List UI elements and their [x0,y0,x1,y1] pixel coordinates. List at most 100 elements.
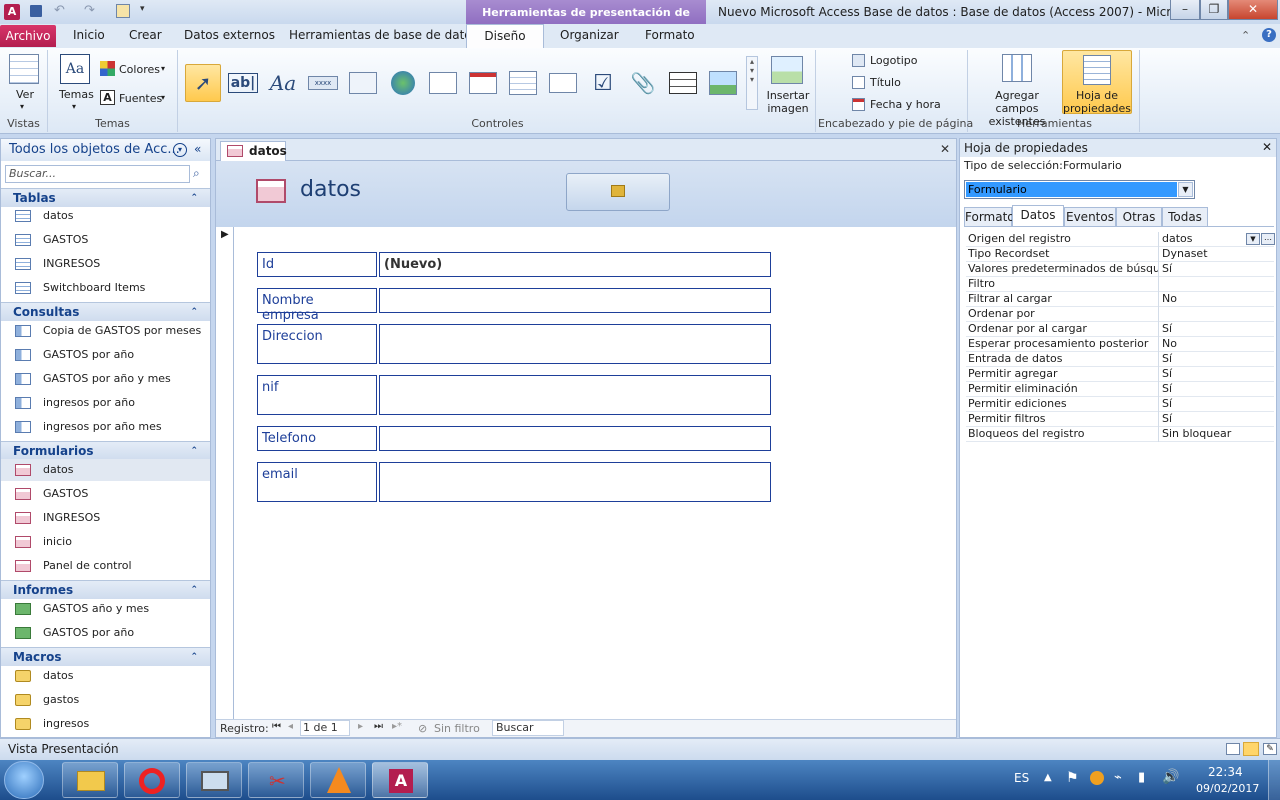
nav-section-consultas[interactable]: Consultas ⌃ [1,302,210,321]
close-button[interactable]: ✕ [1228,0,1278,20]
prop-row[interactable]: Origen del registro datos [966,232,1274,247]
prop-row[interactable]: Ordenar por al cargar Sí [966,322,1274,337]
design-view-icon[interactable]: ✎ [1263,743,1277,755]
nav-item-query[interactable]: Copia de GASTOS por meses [15,320,201,342]
language-indicator[interactable]: ES [1014,771,1029,785]
nav-item-form[interactable]: GASTOS [15,483,88,505]
controls-gallery-scroll[interactable]: ▴ ▾ ▾ [746,56,758,110]
colores-button[interactable]: Colores [119,63,160,76]
action-center-flag-icon[interactable]: ⚑ [1066,770,1079,786]
new-record-icon[interactable]: ▸* [392,721,402,732]
image-control-icon[interactable] [705,64,741,102]
form-command-button[interactable] [566,173,670,211]
nav-item-macro[interactable]: ingresos [15,713,89,735]
button-control-icon[interactable]: xxxx [305,64,341,102]
layout-view-icon[interactable] [1243,742,1259,756]
ver-button[interactable]: Ver [16,88,34,101]
vlc-taskbar-icon[interactable] [310,762,366,798]
field-input-email[interactable] [379,462,771,502]
nav-item-table-switchboard[interactable]: Switchboard Items [15,277,145,299]
option-group-control-icon[interactable] [665,64,701,102]
date-time-icon[interactable] [852,98,865,111]
field-input-nombre-empresa[interactable] [379,288,771,313]
temas-button[interactable]: Temas [59,88,94,101]
hyperlink-control-icon[interactable] [385,64,421,102]
nav-section-macros[interactable]: Macros ⌃ [1,647,210,666]
label-control-icon[interactable]: Aa [265,64,301,102]
logo-icon[interactable] [852,54,865,67]
nav-item-form-datos-selected[interactable]: datos [1,459,210,481]
previous-record-icon[interactable]: ◂ [288,721,293,732]
first-record-icon[interactable]: ⏮ [272,721,281,732]
tab-inicio[interactable]: Inicio [73,28,105,42]
nav-search-input[interactable]: Buscar... [5,165,190,183]
nav-item-table-gastos[interactable]: GASTOS [15,229,88,251]
prop-tab-formato[interactable]: Formato [964,207,1015,226]
chevron-down-icon[interactable]: ▼ [1178,182,1193,197]
prop-row[interactable]: Permitir eliminación Sí [966,382,1274,397]
tray-network-icon[interactable]: ⌁ [1114,770,1122,785]
record-search-input[interactable]: Buscar [492,720,564,736]
nav-item-form[interactable]: Panel de control [15,555,132,577]
opera-taskbar-icon[interactable] [124,762,180,798]
hoja-propiedades-button[interactable]: Hoja de propiedades [1062,50,1132,115]
close-property-sheet-icon[interactable]: ✕ [1262,140,1272,154]
tab-archivo[interactable]: Archivo [0,25,56,47]
combo-box-control-icon[interactable] [505,64,541,102]
search-icon[interactable]: ⌕ [193,166,200,181]
filter-status[interactable]: Sin filtro [434,722,480,735]
builder-ellipsis-icon[interactable]: … [1261,233,1275,245]
close-document-icon[interactable]: ✕ [940,142,950,156]
help-icon[interactable]: ? [1262,28,1276,42]
quick-access-tool-icon[interactable] [116,4,130,18]
prop-value[interactable]: Sí [1158,412,1274,427]
record-selector[interactable]: ▶ [216,227,234,719]
nav-item-table-datos[interactable]: datos [15,205,74,227]
start-button[interactable] [4,761,44,799]
field-input-nif[interactable] [379,375,771,415]
prop-row[interactable]: Esperar procesamiento posterior No [966,337,1274,352]
undo-icon[interactable]: ↶ [54,3,65,18]
nav-section-informes[interactable]: Informes ⌃ [1,580,210,599]
prop-tab-datos[interactable]: Datos [1012,205,1064,226]
chevron-down-icon[interactable]: ▾ [161,93,165,102]
redo-icon[interactable]: ↷ [84,3,95,18]
chevron-down-icon[interactable]: ▾ [72,102,76,111]
explorer-taskbar-icon[interactable] [62,762,118,798]
nav-item-macro[interactable]: gastos [15,689,79,711]
tab-diseno[interactable]: Diseño [466,24,544,48]
nav-item-query[interactable]: GASTOS por año [15,344,134,366]
agregar-campos-button[interactable]: Agregar campos existentes [972,89,1062,128]
navigation-control-icon[interactable] [465,64,501,102]
collapse-nav-icon[interactable]: « [194,142,201,156]
fecha-hora-button[interactable]: Fecha y hora [870,98,941,111]
access-taskbar-icon[interactable]: A [372,762,428,798]
collapse-section-icon[interactable]: ⌃ [190,581,198,600]
chevron-down-icon[interactable]: ▼ [1246,233,1260,245]
tab-control-icon[interactable] [345,64,381,102]
prop-row[interactable]: Entrada de datos Sí [966,352,1274,367]
collapse-section-icon[interactable]: ⌃ [190,189,198,208]
chevron-down-icon[interactable]: ▾ [161,64,165,73]
tab-herramientas-bd[interactable]: Herramientas de base de datos [289,28,478,42]
add-fields-icon[interactable] [1002,54,1032,82]
remote-desktop-taskbar-icon[interactable] [186,762,242,798]
maximize-button[interactable]: ❐ [1200,0,1228,20]
prop-row[interactable]: Permitir agregar Sí [966,367,1274,382]
view-icon[interactable] [9,54,39,84]
save-icon[interactable] [30,5,42,17]
prop-row[interactable]: Filtrar al cargar No [966,292,1274,307]
prop-value[interactable]: Sin bloquear [1158,427,1274,442]
nav-item-table-ingresos[interactable]: INGRESOS [15,253,100,275]
show-desktop-button[interactable] [1268,760,1280,800]
prop-value[interactable]: Sí [1158,322,1274,337]
document-tab-datos[interactable]: datos [220,141,287,161]
prop-tab-eventos[interactable]: Eventos [1064,207,1116,226]
insertar-imagen-button[interactable]: Insertar imagen [765,89,811,115]
title-icon[interactable] [852,76,865,89]
prop-row[interactable]: Ordenar por [966,307,1274,322]
prop-tab-todas[interactable]: Todas [1162,207,1208,226]
prop-row[interactable]: Bloqueos del registro Sin bloquear [966,427,1274,442]
fuentes-button[interactable]: Fuentes [119,92,162,105]
field-input-id[interactable]: (Nuevo) [379,252,771,277]
